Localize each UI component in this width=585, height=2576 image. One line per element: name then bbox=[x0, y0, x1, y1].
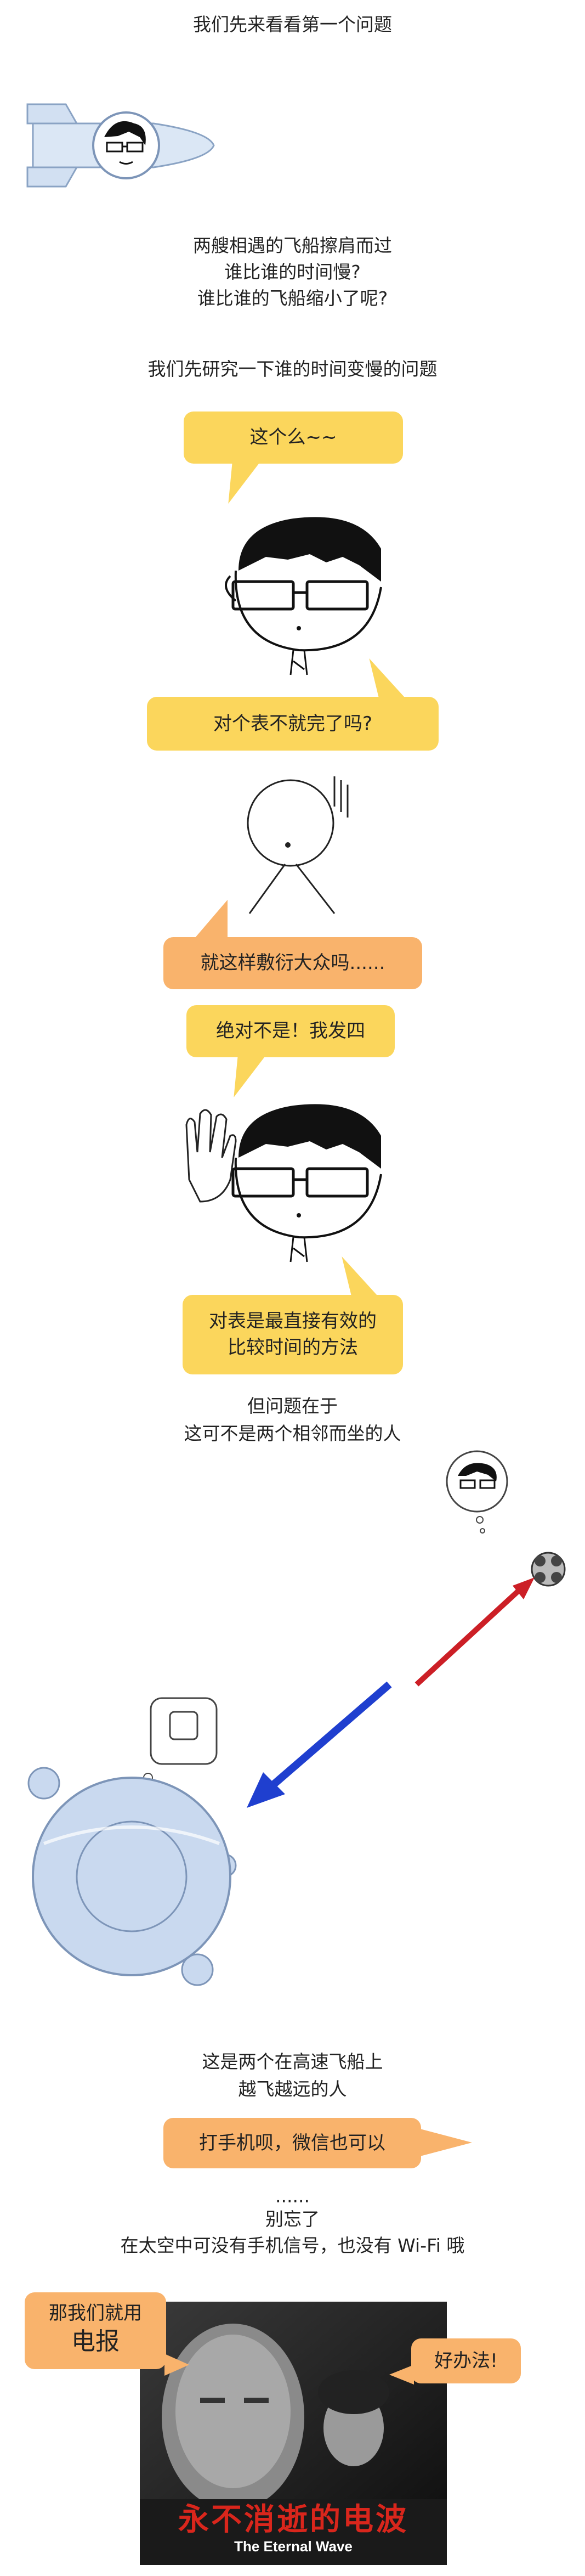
movie-poster-image: 永不消逝的电波 The Eternal Wave bbox=[140, 2302, 447, 2565]
rocket-illustration bbox=[26, 103, 215, 188]
speech-bubble-telegraph: 那我们就用 电报 bbox=[25, 2292, 166, 2369]
question-line1: 两艘相遇的飞船擦肩而过 bbox=[193, 235, 392, 256]
poster-subtitle: The Eternal Wave bbox=[234, 2538, 353, 2555]
research-text: 我们先研究一下谁的时间变慢的问题 bbox=[147, 358, 438, 380]
speech-bubble-method-line1: 对表是最直接有效的 bbox=[209, 1310, 377, 1332]
ships-line1: 这是两个在高速飞船上 bbox=[202, 2051, 383, 2072]
ships-line2: 越飞越远的人 bbox=[238, 2078, 347, 2100]
speech-bubble-watch: 对个表不就完了吗? bbox=[147, 697, 439, 751]
space-scene-illustration bbox=[27, 1450, 566, 1986]
problem-line1: 但问题在于 bbox=[247, 1395, 338, 1417]
speech-bubble-method: 对表是最直接有效的 比较时间的方法 bbox=[183, 1295, 403, 1374]
speech-bubble-tail bbox=[217, 463, 260, 504]
speech-bubble-phone: 打手机呗，微信也可以 bbox=[163, 2118, 421, 2168]
speech-bubble-this: 这个么~~ bbox=[184, 412, 403, 464]
speech-bubble-perfunctory: 就这样敷衍大众吗...... bbox=[163, 937, 422, 989]
speech-bubble-no: 绝对不是！我发四 bbox=[186, 1005, 395, 1057]
intro-text: 我们先来看看第一个问题 bbox=[193, 14, 392, 35]
question-line3: 谁比谁的飞船缩小了呢? bbox=[197, 288, 388, 309]
speech-bubble-tail bbox=[389, 2365, 414, 2385]
speech-bubble-telegraph-line1: 那我们就用 bbox=[49, 2302, 142, 2324]
speech-bubble-good: 好办法! bbox=[411, 2338, 521, 2383]
forgot-dots: ...... bbox=[275, 2185, 310, 2207]
speech-bubble-telegraph-line2: 电报 bbox=[71, 2327, 120, 2355]
character-hand-raised-illustration bbox=[185, 1104, 382, 1262]
question-line2: 谁比谁的时间慢? bbox=[224, 261, 361, 283]
speech-bubble-tail bbox=[420, 2129, 472, 2156]
speech-bubble-tail bbox=[195, 900, 228, 938]
forgot-line1: 别忘了 bbox=[265, 2208, 320, 2230]
speech-bubble-method-line2: 比较时间的方法 bbox=[228, 1337, 358, 1359]
speech-bubble-tail bbox=[164, 2354, 189, 2376]
stick-figure-illustration bbox=[247, 776, 349, 914]
poster-title: 永不消逝的电波 bbox=[178, 2501, 408, 2538]
problem-line2: 这可不是两个相邻而坐的人 bbox=[184, 1423, 401, 1444]
speech-bubble-tail bbox=[223, 1056, 265, 1097]
forgot-line2: 在太空中可没有手机信号，也没有 Wi-Fi 哦 bbox=[120, 2235, 465, 2256]
